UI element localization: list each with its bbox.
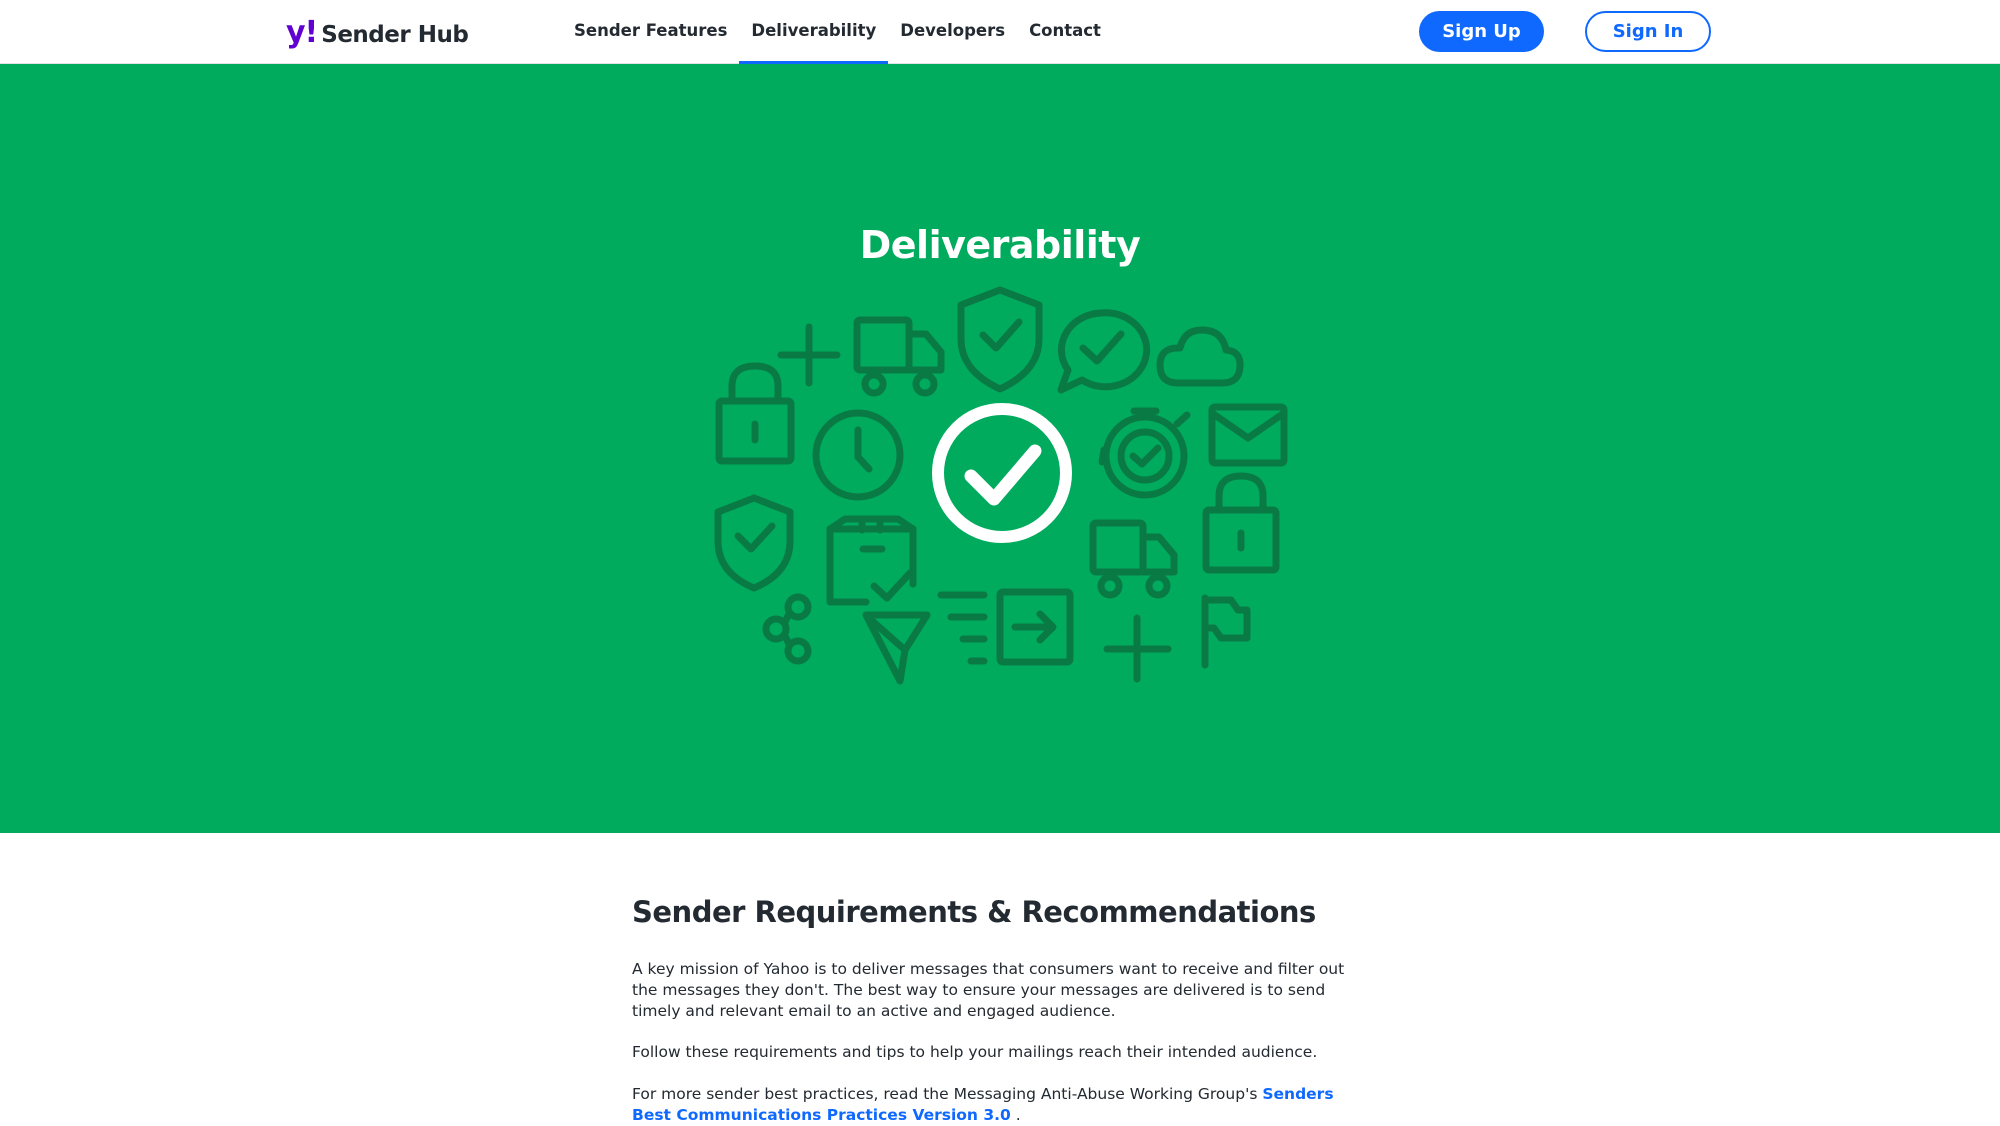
shield-check-icon: [957, 286, 1043, 393]
nav-sender-features[interactable]: Sender Features: [562, 0, 739, 64]
mail-icon: [1208, 403, 1288, 467]
package-check-icon: [826, 515, 917, 606]
cloud-icon: [1156, 326, 1244, 387]
sign-in-button[interactable]: Sign In: [1585, 11, 1711, 52]
sender-hub-logo[interactable]: y! Sender Hub: [286, 15, 469, 50]
main-nav: Sender Features Deliverability Developer…: [562, 0, 1113, 64]
yahoo-logo-mark: y!: [286, 15, 318, 50]
check-circle-icon: [932, 403, 1072, 543]
chat-check-icon: [1057, 309, 1151, 394]
site-header: y! Sender Hub Sender Features Deliverabi…: [0, 0, 2000, 64]
plus-icon: [777, 323, 841, 387]
sign-up-button[interactable]: Sign Up: [1419, 11, 1544, 52]
nav-developers[interactable]: Developers: [888, 0, 1017, 64]
stopwatch-check-icon: [1098, 407, 1191, 499]
best-practices-text: For more sender best practices, read the…: [632, 1085, 1263, 1103]
lock-icon: [715, 362, 795, 465]
best-practices-end: .: [1010, 1106, 1021, 1124]
clock-icon: [812, 409, 904, 501]
best-practices-paragraph: For more sender best practices, read the…: [632, 1084, 1362, 1126]
truck-icon: [1089, 519, 1178, 599]
lock-icon: [1202, 472, 1280, 574]
send-icon: [862, 611, 931, 685]
share-icon: [762, 593, 812, 665]
nav-deliverability[interactable]: Deliverability: [739, 0, 889, 64]
export-icon: [996, 588, 1074, 666]
flag-icon: [1201, 594, 1251, 669]
shield-check-icon: [714, 494, 794, 592]
hero-banner: Deliverability: [0, 64, 2000, 833]
logo-text: Sender Hub: [321, 22, 469, 48]
plus-icon: [1103, 614, 1172, 683]
tips-paragraph: Follow these requirements and tips to he…: [632, 1043, 1318, 1061]
intro-paragraph: A key mission of Yahoo is to deliver mes…: [632, 960, 1345, 1020]
hero-illustration: [714, 286, 1288, 685]
nav-contact[interactable]: Contact: [1017, 0, 1113, 64]
list-icon: [937, 591, 988, 665]
truck-icon: [853, 316, 945, 397]
section-heading: Sender Requirements & Recommendations: [632, 895, 1316, 929]
